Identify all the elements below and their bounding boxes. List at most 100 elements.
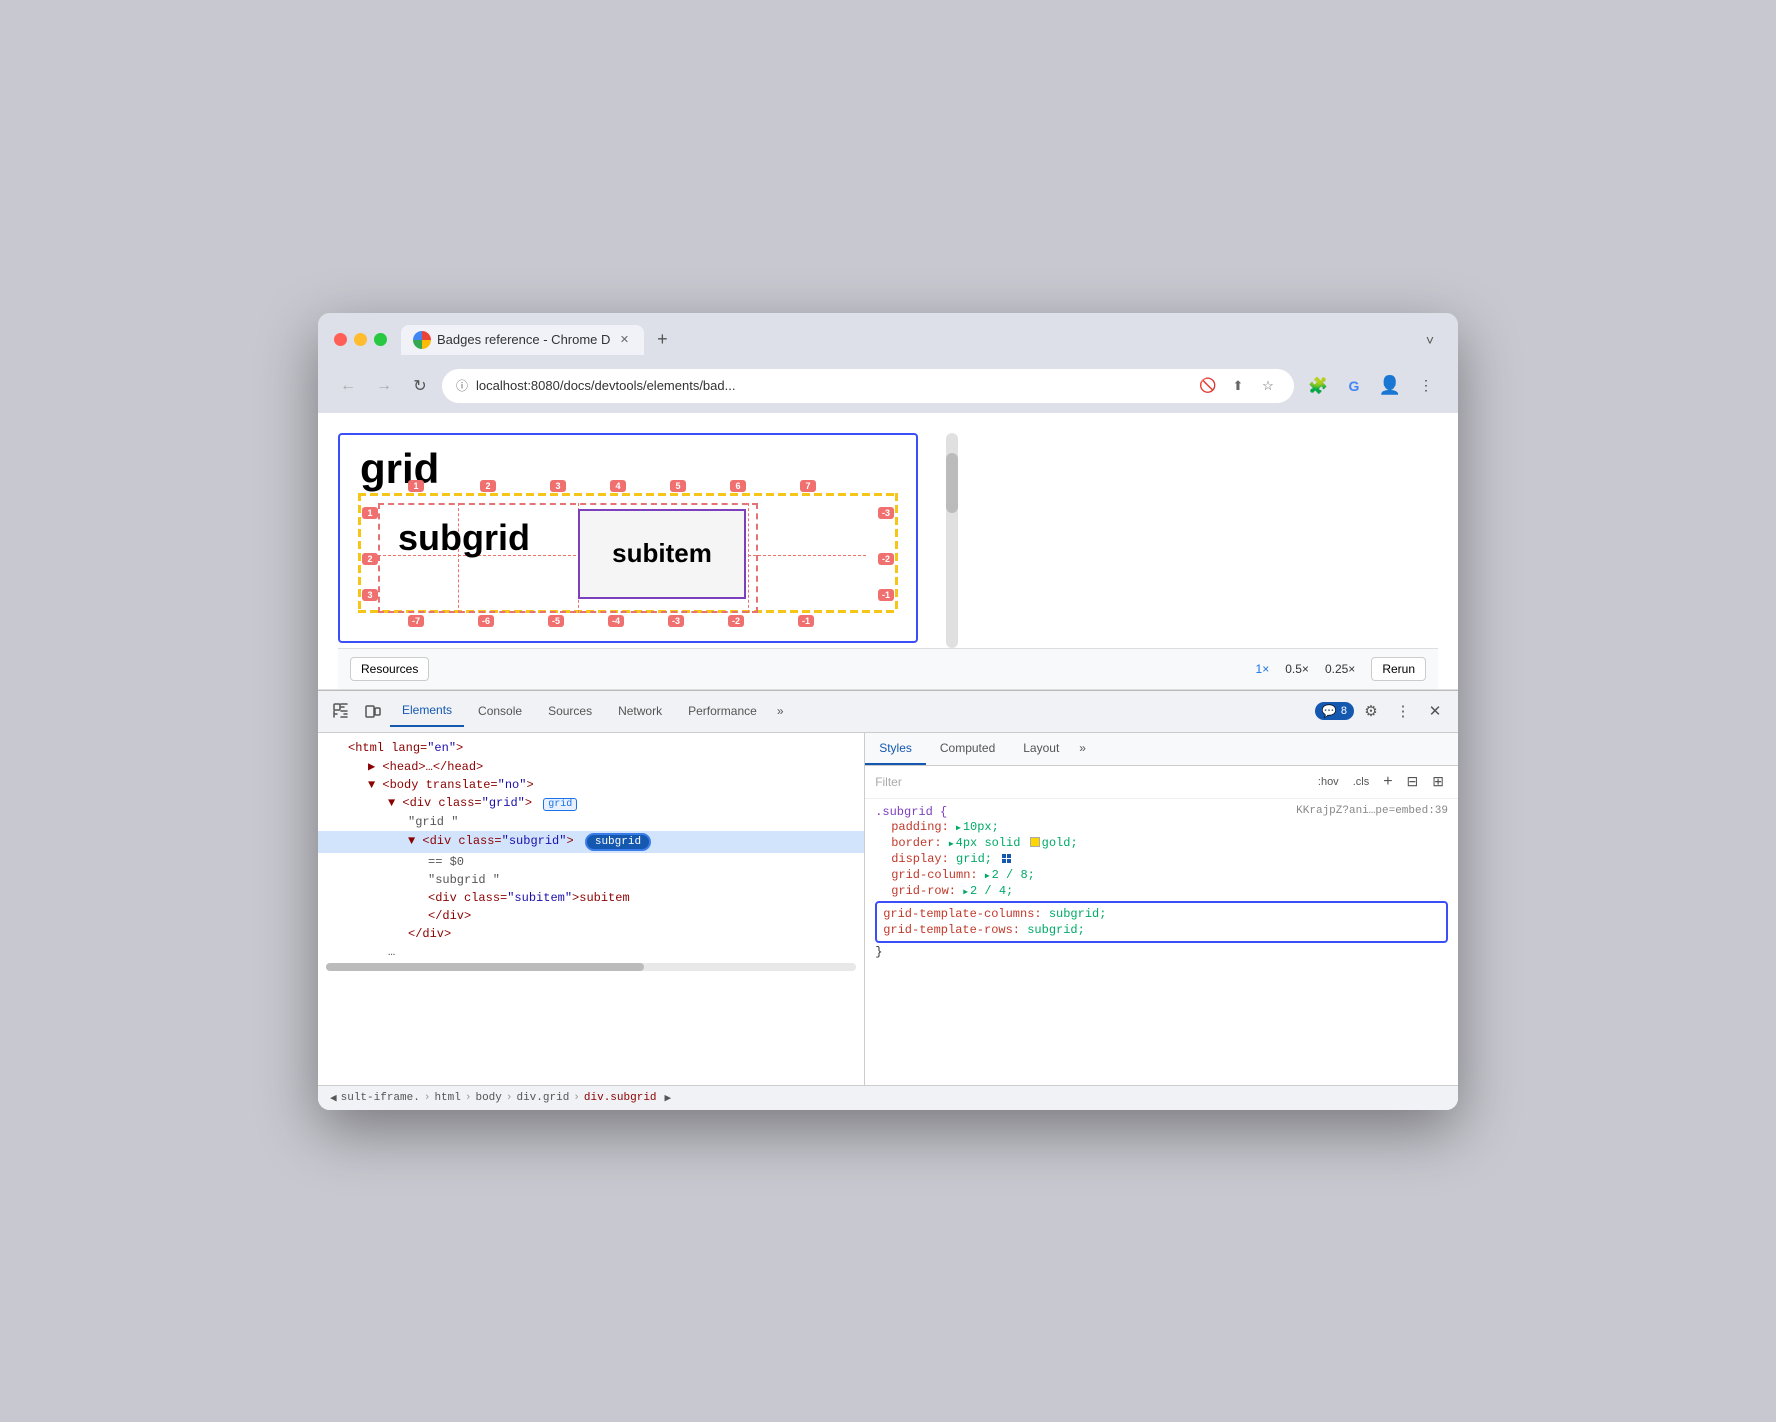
- more-options-icon[interactable]: ⋮: [1388, 696, 1418, 726]
- eq-dollar: == $0: [428, 855, 464, 869]
- tab-sources[interactable]: Sources: [536, 696, 604, 726]
- breadcrumb-next-icon[interactable]: ▶: [665, 1091, 672, 1105]
- traffic-lights: [334, 333, 387, 346]
- num-badge-bot-5: -3: [668, 615, 684, 627]
- dom-scrollbar[interactable]: [326, 963, 856, 971]
- dom-line-div-subgrid[interactable]: ▼ <div class="subgrid"> subgrid: [318, 831, 864, 853]
- triangle-icon-gr[interactable]: ▶: [963, 887, 968, 897]
- num-badge-left-3: 3: [362, 589, 378, 601]
- num-badge-top-2: 2: [480, 480, 496, 492]
- triangle-icon-border[interactable]: ▶: [949, 839, 954, 849]
- settings-icon[interactable]: ⚙: [1356, 696, 1386, 726]
- tab-close-button[interactable]: ✕: [616, 332, 632, 348]
- hover-state-btn[interactable]: :hov: [1314, 774, 1343, 790]
- dom-scrollbar-thumb[interactable]: [326, 963, 644, 971]
- share-icon[interactable]: ⬆: [1226, 374, 1250, 398]
- grid-line-v3: [748, 503, 749, 613]
- element-state-btn[interactable]: ⊞: [1428, 771, 1448, 792]
- yellow-line-right: [895, 493, 898, 613]
- dom-line-subgrid-text[interactable]: "subgrid ": [318, 871, 864, 889]
- dom-line-body[interactable]: ▼ <body translate="no">: [318, 776, 864, 794]
- css-source[interactable]: KKrajpZ?ani…pe=embed:39: [1296, 805, 1448, 817]
- dom-line-ellipsis[interactable]: …: [318, 943, 864, 961]
- zoom-025x-button[interactable]: 0.25×: [1321, 660, 1359, 678]
- num-badge-top-4: 4: [610, 480, 626, 492]
- styles-tab-more[interactable]: »: [1073, 733, 1092, 765]
- triangle-icon[interactable]: ▶: [956, 823, 961, 833]
- tab-elements[interactable]: Elements: [390, 695, 464, 727]
- grid-label: grid: [360, 445, 439, 493]
- num-badge-right-3: -1: [878, 589, 894, 601]
- dom-line-grid-text[interactable]: "grid ": [318, 813, 864, 831]
- css-prop-gtr: grid-template-rows:: [883, 923, 1020, 937]
- menu-icon[interactable]: ⋮: [1410, 370, 1442, 402]
- bookmark-icon[interactable]: ☆: [1256, 374, 1280, 398]
- triangle-icon-gc[interactable]: ▶: [985, 871, 990, 881]
- new-tab-button[interactable]: +: [648, 326, 676, 354]
- breadcrumb-item-body[interactable]: body: [475, 1092, 501, 1104]
- breadcrumb-sep-2: ›: [465, 1092, 472, 1104]
- dom-line-close-div[interactable]: </div>: [318, 907, 864, 925]
- chevron-down-icon[interactable]: ˅: [1418, 328, 1442, 352]
- tab-more-button[interactable]: »: [771, 696, 790, 726]
- css-grid-badge[interactable]: [1002, 854, 1011, 863]
- subitem-label: subitem: [612, 538, 712, 569]
- minimize-button[interactable]: [354, 333, 367, 346]
- preview-controls: Resources 1× 0.5× 0.25× Rerun: [338, 648, 1438, 689]
- breadcrumb-item-html[interactable]: html: [434, 1092, 460, 1104]
- styles-filter-toolbar: :hov .cls + ⊟ ⊞: [865, 766, 1458, 799]
- badge-subgrid[interactable]: subgrid: [585, 833, 651, 851]
- css-selector: .subgrid {: [875, 805, 947, 819]
- num-badge-left-1: 1: [362, 507, 378, 519]
- rerun-button[interactable]: Rerun: [1371, 657, 1426, 681]
- eye-slash-icon[interactable]: 🚫: [1196, 374, 1220, 398]
- cls-btn[interactable]: .cls: [1349, 774, 1374, 790]
- tab-console[interactable]: Console: [466, 696, 534, 726]
- num-badge-bot-6: -2: [728, 615, 744, 627]
- reload-button[interactable]: ↻: [406, 372, 434, 400]
- breadcrumb-prev-icon[interactable]: ◀: [330, 1091, 337, 1105]
- breadcrumb-item-divgrid[interactable]: div.grid: [516, 1092, 569, 1104]
- styles-tab-layout[interactable]: Layout: [1009, 733, 1073, 765]
- zoom-1x-button[interactable]: 1×: [1252, 660, 1274, 678]
- forward-button[interactable]: →: [370, 372, 398, 400]
- breadcrumb-item-divsubgrid[interactable]: div.subgrid: [584, 1092, 657, 1104]
- num-badge-top-3: 3: [550, 480, 566, 492]
- styles-tab-styles[interactable]: Styles: [865, 733, 926, 765]
- browser-tab[interactable]: Badges reference - Chrome D ✕: [401, 325, 644, 355]
- device-toolbar-icon[interactable]: [358, 696, 388, 726]
- close-button[interactable]: [334, 333, 347, 346]
- breadcrumb-item-iframe[interactable]: sult-iframe.: [341, 1092, 420, 1104]
- inspect-element-icon[interactable]: [326, 696, 356, 726]
- zoom-05x-button[interactable]: 0.5×: [1281, 660, 1313, 678]
- styles-tab-computed[interactable]: Computed: [926, 733, 1009, 765]
- badge-grid[interactable]: grid: [543, 798, 577, 811]
- grid-demo: grid subgrid subitem: [338, 433, 918, 643]
- close-devtools-button[interactable]: ✕: [1420, 696, 1450, 726]
- issues-badge[interactable]: 💬 8: [1315, 702, 1354, 720]
- dom-line-div-grid[interactable]: ▼ <div class="grid"> grid: [318, 794, 864, 813]
- dom-line-close-subgrid[interactable]: </div>: [318, 925, 864, 943]
- extensions-icon[interactable]: 🧩: [1302, 370, 1334, 402]
- resources-button[interactable]: Resources: [350, 657, 429, 681]
- add-style-btn[interactable]: +: [1379, 771, 1396, 793]
- preview-scrollbar-thumb[interactable]: [946, 453, 958, 513]
- computed-layout-btn[interactable]: ⊟: [1403, 771, 1423, 792]
- tab-performance[interactable]: Performance: [676, 696, 769, 726]
- dom-line-div-subitem[interactable]: <div class="subitem">subitem: [318, 889, 864, 907]
- num-badge-right-1: -3: [878, 507, 894, 519]
- css-gtr-line: grid-template-rows: subgrid;: [883, 922, 1440, 938]
- profile-icon[interactable]: 👤: [1374, 370, 1406, 402]
- preview-scrollbar[interactable]: [946, 433, 958, 648]
- styles-filter-input[interactable]: [875, 775, 1308, 789]
- back-button[interactable]: ←: [334, 372, 362, 400]
- tab-network[interactable]: Network: [606, 696, 674, 726]
- dom-line-html[interactable]: <html lang="en">: [318, 739, 864, 757]
- num-badge-bot-7: -1: [798, 615, 814, 627]
- browser-content: grid subgrid subitem: [318, 413, 1458, 1110]
- dom-line-head[interactable]: ▶ <head>…</head>: [318, 757, 864, 776]
- tag-close-subgrid: </div>: [408, 927, 451, 941]
- maximize-button[interactable]: [374, 333, 387, 346]
- url-bar[interactable]: ⓘ localhost:8080/docs/devtools/elements/…: [442, 369, 1294, 403]
- google-icon[interactable]: G: [1338, 370, 1370, 402]
